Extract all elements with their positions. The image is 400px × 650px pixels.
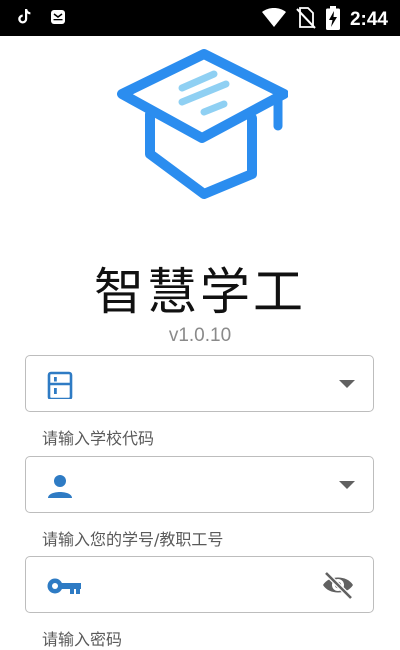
- wifi-icon: [261, 8, 286, 32]
- user-id-hint: 请输入您的学号/教职工号: [42, 530, 224, 549]
- dropdown-arrow-icon[interactable]: [339, 373, 355, 388]
- user-id-select[interactable]: [25, 456, 374, 513]
- graduation-cap-icon: [112, 46, 289, 200]
- notification-icon: [50, 9, 66, 29]
- eye-off-icon[interactable]: [321, 571, 355, 603]
- app-title: 智慧学工: [94, 263, 306, 321]
- password-hint: 请输入密码: [42, 630, 123, 649]
- app-version: v1.0.10: [168, 325, 232, 346]
- key-icon: [46, 572, 82, 600]
- status-bar: 2:44: [0, 0, 400, 36]
- school-building-icon: [46, 371, 74, 401]
- no-sim-icon: [296, 7, 316, 33]
- person-icon: [46, 472, 74, 500]
- school-code-select[interactable]: [25, 355, 374, 412]
- battery-charging-icon: [325, 6, 340, 34]
- school-code-hint: 请输入学校代码: [42, 429, 155, 448]
- tiktok-icon: [18, 9, 32, 29]
- password-field[interactable]: [25, 556, 374, 613]
- dropdown-arrow-icon[interactable]: [339, 474, 355, 489]
- clock: 2:44: [349, 9, 388, 30]
